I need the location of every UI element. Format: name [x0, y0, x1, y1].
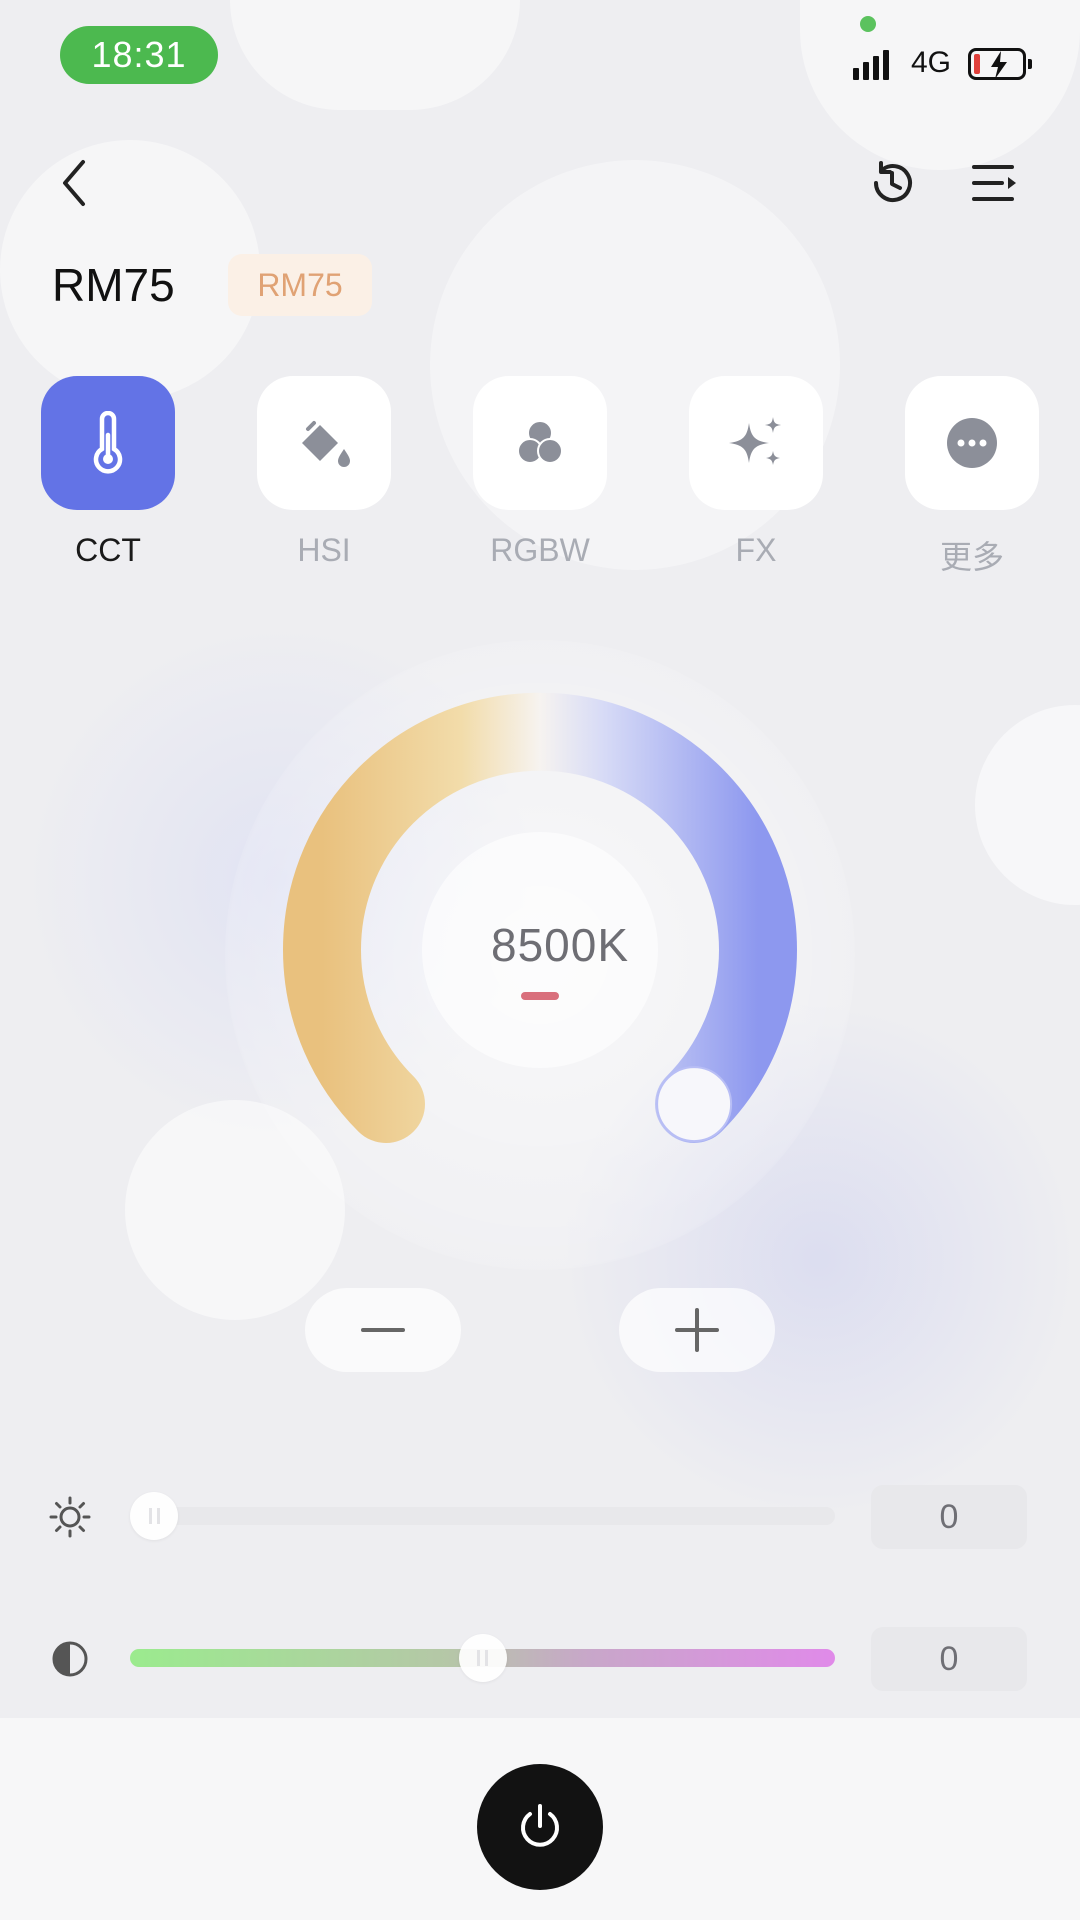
contrast-icon — [52, 1641, 88, 1677]
decrement-button[interactable] — [305, 1288, 461, 1372]
brightness-slider-thumb[interactable] — [130, 1492, 178, 1540]
cct-value: 8500K — [490, 919, 629, 971]
plus-icon — [675, 1308, 719, 1352]
tint-slider-thumb[interactable] — [458, 1634, 507, 1682]
cct-value-marker — [521, 992, 559, 1000]
power-button[interactable] — [477, 1764, 603, 1890]
tint-row: 0 — [0, 1622, 1080, 1692]
cct-dial[interactable] — [0, 0, 1080, 1300]
tint-value[interactable]: 0 — [871, 1627, 1027, 1691]
brightness-value[interactable]: 0 — [871, 1485, 1027, 1549]
power-icon — [521, 1804, 559, 1847]
sun-icon — [49, 1496, 91, 1538]
cct-dial-thumb[interactable] — [656, 1066, 733, 1143]
brightness-slider[interactable] — [130, 1507, 835, 1525]
minus-icon — [361, 1328, 405, 1332]
increment-button[interactable] — [619, 1288, 775, 1372]
brightness-row: 0 — [0, 1480, 1080, 1550]
